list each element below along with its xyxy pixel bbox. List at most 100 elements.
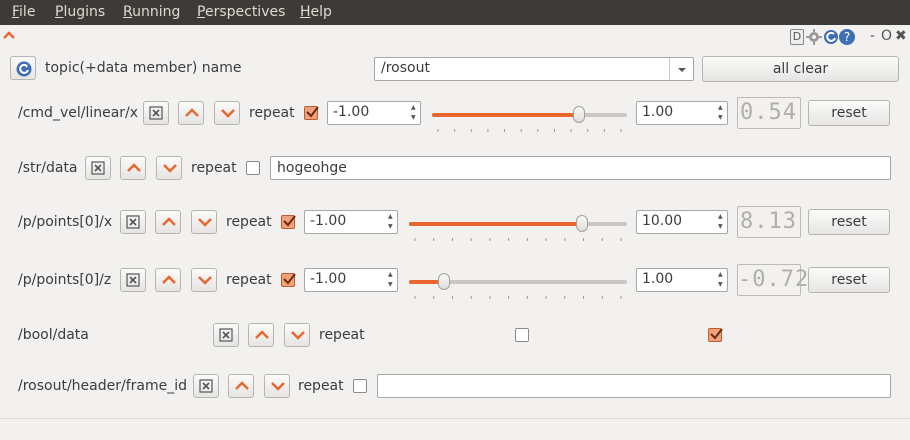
spin-arrows[interactable]: ▲ ▼ (715, 102, 727, 124)
repeat-label: repeat (226, 272, 272, 288)
move-down-button[interactable] (191, 268, 217, 292)
bool-value-checkbox[interactable] (708, 328, 723, 342)
close-icon[interactable]: ✖ (895, 28, 907, 44)
menu-running[interactable]: Running (123, 4, 180, 20)
refresh-topics-button[interactable] (10, 56, 36, 80)
move-down-button[interactable] (191, 210, 217, 234)
min-spinbox[interactable]: -1.00 ▲ ▼ (327, 101, 421, 125)
reset-button[interactable]: reset (808, 100, 890, 126)
refresh-icon (16, 61, 32, 77)
chevron-up-icon (162, 275, 176, 284)
gear-icon[interactable] (806, 29, 822, 49)
topic-combobox[interactable]: /rosout (374, 57, 694, 81)
move-down-button[interactable] (156, 156, 182, 180)
value-lcd-display: 0.54 (737, 97, 801, 129)
row-topic-name: /str/data (18, 160, 78, 176)
move-down-button[interactable] (284, 323, 310, 347)
value-lcd-display: -0.72 (737, 264, 808, 296)
min-value: -1.00 (310, 271, 347, 287)
reset-button[interactable]: reset (808, 267, 890, 293)
max-value: 1.00 (642, 271, 674, 287)
close-box-icon (199, 379, 213, 393)
help-icon[interactable]: ? (839, 29, 855, 45)
spin-arrows[interactable]: ▲ ▼ (715, 211, 727, 233)
slider-handle[interactable] (576, 215, 588, 232)
move-up-button[interactable] (248, 323, 274, 347)
repeat-checkbox[interactable] (304, 106, 319, 120)
row-topic-name: /rosout/header/frame_id (18, 378, 187, 394)
chevron-up-icon (127, 163, 141, 172)
spin-arrows[interactable]: ▲ ▼ (385, 269, 397, 291)
spin-arrows[interactable]: ▲ ▼ (385, 211, 397, 233)
menu-plugins[interactable]: Plugins (55, 4, 105, 20)
min-spinbox[interactable]: -1.00 ▲ ▼ (304, 210, 398, 234)
max-value: 10.00 (642, 213, 683, 229)
min-spinbox[interactable]: -1.00 ▲ ▼ (304, 268, 398, 292)
remove-button[interactable] (193, 374, 219, 398)
reload-icon[interactable] (823, 29, 839, 49)
row-topic-name: /bool/data (18, 327, 89, 343)
menu-perspectives[interactable]: Perspectives (197, 4, 285, 20)
move-up-button[interactable] (120, 156, 146, 180)
menu-bar: File Plugins Running Perspectives Help (0, 0, 910, 25)
chevron-down-icon[interactable] (669, 58, 693, 80)
move-up-button[interactable] (228, 374, 254, 398)
min-value: -1.00 (310, 213, 347, 229)
move-down-button[interactable] (214, 101, 240, 125)
close-box-icon (126, 273, 140, 287)
slider-handle[interactable] (438, 273, 450, 290)
slider-handle[interactable] (573, 106, 585, 123)
remove-button[interactable] (213, 323, 239, 347)
all-clear-button[interactable]: all clear (702, 56, 899, 82)
menu-file[interactable]: File (12, 4, 35, 20)
value-slider[interactable] (432, 103, 627, 132)
dock-title-bar (0, 25, 910, 50)
chevron-down-icon (198, 276, 212, 285)
remove-button[interactable] (120, 268, 146, 292)
spin-arrows[interactable]: ▲ ▼ (715, 269, 727, 291)
max-value: 1.00 (642, 104, 674, 120)
string-value-input[interactable] (377, 374, 891, 398)
chevron-down-icon (291, 331, 305, 340)
reset-button[interactable]: reset (808, 209, 890, 235)
move-up-button[interactable] (178, 101, 204, 125)
move-up-button[interactable] (155, 210, 181, 234)
value-slider[interactable] (409, 270, 627, 299)
chevron-down-icon (163, 164, 177, 173)
value-lcd-display: 8.13 (737, 206, 801, 238)
repeat-label: repeat (298, 378, 344, 394)
repeat-checkbox[interactable] (281, 215, 296, 229)
close-box-icon (219, 328, 233, 342)
dock-window-controls: D ? - O ✖ (790, 28, 910, 49)
value-slider[interactable] (409, 212, 627, 241)
repeat-checkbox[interactable] (515, 328, 529, 342)
remove-button[interactable] (143, 101, 169, 125)
remove-button[interactable] (120, 210, 146, 234)
bottom-divider (0, 418, 910, 419)
menu-help[interactable]: Help (300, 4, 332, 20)
move-down-button[interactable] (264, 374, 290, 398)
min-value: -1.00 (333, 104, 370, 120)
float-icon[interactable]: O (881, 28, 892, 44)
repeat-checkbox[interactable] (353, 379, 367, 393)
repeat-checkbox[interactable] (246, 161, 260, 175)
move-up-button[interactable] (155, 268, 181, 292)
repeat-label: repeat (226, 214, 272, 230)
max-spinbox[interactable]: 1.00 ▲ ▼ (636, 101, 728, 125)
string-value-input[interactable]: hogeohge (270, 156, 891, 180)
max-spinbox[interactable]: 10.00 ▲ ▼ (636, 210, 728, 234)
dc-icon[interactable]: D (790, 29, 804, 45)
close-box-icon (91, 161, 105, 175)
close-box-icon (126, 215, 140, 229)
chevron-down-icon (271, 382, 285, 391)
repeat-checkbox[interactable] (281, 273, 296, 287)
repeat-label: repeat (191, 160, 237, 176)
repeat-label: repeat (249, 105, 295, 121)
chevron-down-icon (221, 109, 235, 118)
collapse-chevron-icon[interactable] (2, 29, 16, 41)
minimize-icon[interactable]: - (870, 28, 875, 44)
spin-arrows[interactable]: ▲ ▼ (408, 102, 420, 124)
max-spinbox[interactable]: 1.00 ▲ ▼ (636, 268, 728, 292)
remove-button[interactable] (85, 156, 111, 180)
chevron-up-icon (235, 381, 249, 390)
